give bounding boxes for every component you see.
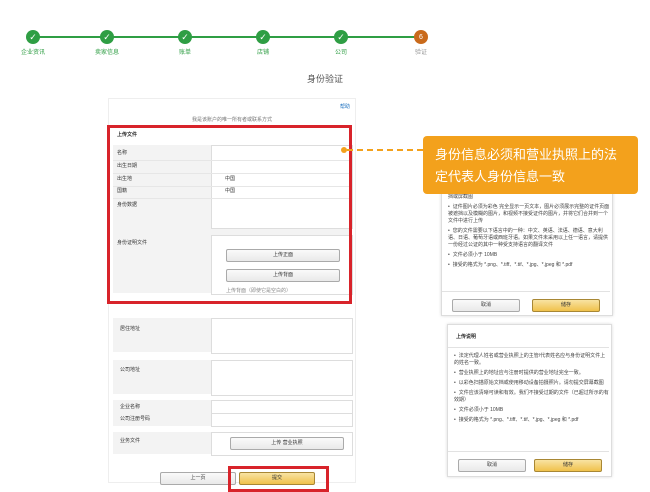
step-5: ✓ 公司: [311, 30, 371, 56]
info-bullet: 接受的格式为 *.png、*.tiff、*.tif、*.jpg、*.jpeg 和…: [448, 262, 610, 269]
check-icon: ✓: [334, 30, 348, 44]
panel2-heading: 上传说明: [456, 334, 477, 340]
step-label: 卖家信息: [94, 50, 119, 56]
info-bullet: 营业执照上的地址应与注册时提供的营业地址完全一致。: [454, 370, 609, 377]
upload-business-license-button[interactable]: 上传 营业执照: [230, 437, 344, 450]
info-bullet: 文件必须小于 10MB: [448, 252, 610, 259]
info-bullet: 以彩色扫描原始文档或使用移动设备拍摄照片。请勿提交屏幕截图: [454, 380, 609, 387]
step-label: 企业资讯: [20, 50, 45, 56]
panel2-save-button[interactable]: 储存: [534, 459, 602, 472]
panel2-cancel-button[interactable]: 取消: [458, 459, 526, 472]
residence-label: 居住地址: [120, 326, 141, 332]
connector-line: [347, 149, 423, 151]
company-reg-label: 公司注册号码: [120, 416, 151, 422]
company-name-input[interactable]: [211, 400, 353, 414]
help-link[interactable]: 帮助: [340, 103, 350, 110]
info-bullet: 法定代理人姓名或营业执照上的主管/代表姓名应与身份证明文件上的姓名一致。: [454, 353, 609, 367]
upload-info-panel-2: 上传说明 法定代理人姓名或营业执照上的主管/代表姓名应与身份证明文件上的姓名一致…: [447, 324, 612, 477]
check-icon: ✓: [178, 30, 192, 44]
step-1: ✓ 企业资讯: [3, 30, 63, 56]
check-icon: ✓: [26, 30, 40, 44]
step-label: 公司: [334, 50, 347, 56]
panel1-cancel-button[interactable]: 取消: [452, 299, 520, 312]
step-6-current: 6 验证: [391, 30, 451, 56]
step-label: 验证: [414, 50, 427, 56]
step-label: 账单: [178, 50, 191, 56]
annotation-callout: 身份信息必须和营业执照上的法定代表人身份信息一致: [423, 136, 638, 194]
highlight-submit: [228, 466, 329, 492]
step-label: 店铺: [256, 50, 269, 56]
info-bullet: 文件必须小于 10MB: [454, 407, 609, 414]
prev-page-button[interactable]: 上一页: [160, 472, 236, 485]
company-address-label: 公司地址: [120, 367, 141, 373]
step-3: ✓ 账单: [155, 30, 215, 56]
upload-info-panel-1: 扫描件上的文字信息必须清晰可见，包括水印和盖章（如有），请勿遮挡或屏截图 证件图…: [441, 178, 613, 316]
business-doc-label: 业务文件: [120, 438, 141, 444]
info-bullet: 文件应该清晰可读和有效。我们不接受过期的文件（已超过所示的有效期）: [454, 390, 609, 404]
company-name-label: 企业名称: [120, 404, 141, 410]
panel1-save-button[interactable]: 储存: [532, 299, 600, 312]
info-bullet: 您的文件需要以下语言中的一种：中文、英语、法语、德语、意大利语、日语、葡萄牙语或…: [448, 228, 610, 249]
residence-input[interactable]: [211, 318, 353, 354]
highlight-upload-section: [107, 125, 352, 304]
step-number: 6: [414, 30, 428, 44]
step-4: ✓ 店铺: [233, 30, 293, 56]
company-address-input[interactable]: [211, 360, 353, 396]
check-icon: ✓: [256, 30, 270, 44]
check-icon: ✓: [100, 30, 114, 44]
page-title: 身份验证: [306, 74, 343, 84]
subtitle: 我是该账户的唯一所有者或联系方式: [191, 117, 272, 123]
info-bullet: 接受的格式为 *.png、*.tiff、*.tif、*.jpg、*.jpeg 和…: [454, 417, 609, 424]
company-reg-input[interactable]: [211, 413, 353, 427]
info-bullet: 证件图片必须为彩色 完全显示一页文本，图片必须展示完整的证件页面 被遮挡以及模糊…: [448, 204, 610, 225]
step-2: ✓ 卖家信息: [77, 30, 137, 56]
